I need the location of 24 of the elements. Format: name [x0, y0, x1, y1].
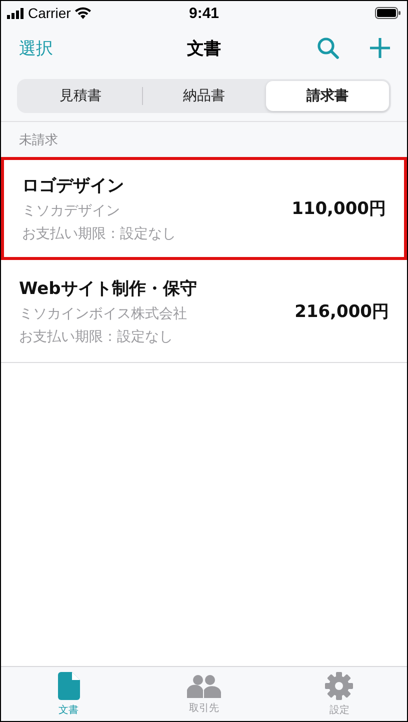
client-name: ミソカデザイン [22, 202, 121, 220]
document-icon [58, 672, 80, 700]
segment-tab[interactable]: 請求書 [266, 81, 390, 111]
invoice-amount: 110,000円 [292, 198, 386, 220]
invoice-row[interactable]: ロゴデザイン ミソカデザイン お支払い期限：設定なし 110,000円 [1, 157, 407, 260]
invoice-row[interactable]: Webサイト制作・保守 ミソカインボイス株式会社 お支払い期限：設定なし 216,000円 [1, 260, 407, 363]
clock-time: 9:41 [188, 4, 220, 22]
people-icon [186, 674, 221, 698]
invoice-title: Webサイト制作・保守 [19, 278, 197, 300]
due-date: お支払い期限：設定なし [22, 225, 176, 243]
wifi-icon [74, 7, 91, 19]
due-date: お支払い期限：設定なし [19, 328, 174, 346]
invoice-title: ロゴデザイン [22, 175, 125, 197]
client-name: ミソカインボイス株式会社 [19, 304, 188, 322]
carrier-name: Carrier [28, 5, 71, 21]
screen-title: 文書 [187, 38, 221, 60]
invoice-amount: 216,000円 [294, 300, 389, 322]
segment-tab[interactable]: 納品書 [142, 81, 266, 111]
signal-icon [7, 8, 24, 18]
add-icon[interactable] [369, 37, 391, 59]
search-icon[interactable] [317, 37, 339, 59]
battery-icon [375, 7, 401, 19]
segment-tab[interactable]: 見積書 [19, 81, 142, 111]
section-header: 未請求 [19, 133, 58, 148]
